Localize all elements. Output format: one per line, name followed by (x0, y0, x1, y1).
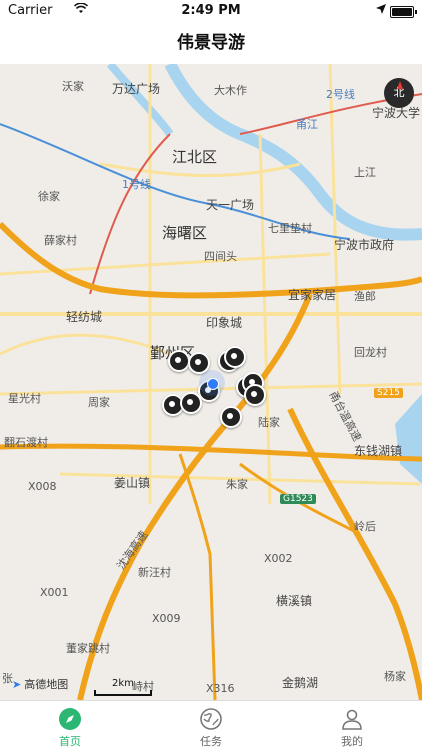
page-title: 伟景导游 (177, 33, 245, 53)
map-road-label: G1523 (280, 494, 316, 504)
map-label: X008 (28, 480, 57, 493)
map-label: 朱家 (226, 478, 248, 491)
map-label: 轻纺城 (66, 310, 103, 324)
map-label: X001 (40, 586, 69, 599)
map-label: 薛家村 (44, 234, 77, 247)
tab-tasks[interactable]: 任务 (141, 701, 281, 751)
battery-icon (390, 6, 417, 18)
amap-logo: ➤ 高德地图 (12, 676, 68, 692)
map-label: 江北区 (172, 148, 218, 166)
compass-button[interactable]: 北 (384, 78, 414, 108)
map-label: 东钱湖镇 (354, 444, 403, 458)
map-view[interactable]: 沃家 万达广场 大木作 2号线 宁波大学 甬江 江北区 上江 1号线 徐家 天一… (0, 64, 422, 700)
map-label: 七里垫村 (268, 222, 312, 235)
scale-label: 2km (112, 678, 134, 689)
map-label: 金鹅湖 (282, 676, 319, 690)
map-label: X002 (264, 552, 293, 565)
map-label: 新汪村 (138, 566, 171, 579)
map-scale-bar: 2km (94, 678, 152, 696)
tab-profile[interactable]: 我的 (282, 701, 422, 751)
map-label: 2号线 (326, 88, 355, 101)
map-label: 星光村 (8, 392, 41, 405)
map-label: 宜家家居 (288, 288, 337, 302)
tab-bar: 首页 任务 我的 (0, 700, 422, 751)
map-label: 杨家 (384, 670, 406, 683)
map-label: 宁波市政府 (334, 238, 395, 252)
poi-marker[interactable] (168, 350, 190, 372)
poi-marker[interactable] (244, 384, 266, 406)
globe-icon (200, 708, 222, 730)
user-icon (342, 709, 362, 730)
map-label: 沃家 (62, 80, 84, 93)
map-label: 陆家 (258, 416, 280, 429)
poi-marker[interactable] (224, 346, 246, 368)
map-road-label: S215 (374, 388, 403, 398)
map-label: 姜山镇 (114, 476, 151, 490)
amap-logo-text: 高德地图 (24, 678, 69, 691)
map-label: X316 (206, 682, 235, 695)
map-label: 四间头 (204, 250, 237, 263)
map-label: 翻石渡村 (4, 436, 48, 449)
map-label: 徐家 (38, 190, 60, 203)
status-bar: Carrier 2:49 PM (0, 0, 422, 22)
poi-marker[interactable] (220, 406, 242, 428)
map-label: 回龙村 (354, 346, 387, 359)
map-label: 董家跳村 (66, 642, 110, 655)
tab-tasks-label: 任务 (200, 735, 222, 748)
location-arrow-icon (376, 3, 386, 18)
tab-profile-label: 我的 (341, 735, 363, 748)
map-label: 万达广场 (112, 82, 161, 96)
map-label: 印象城 (206, 316, 243, 330)
status-time: 2:49 PM (181, 3, 241, 18)
tab-home-label: 首页 (59, 735, 81, 748)
compass-icon (59, 708, 81, 730)
tab-home[interactable]: 首页 (0, 701, 140, 751)
map-label: 大木作 (214, 84, 247, 97)
current-location-marker (199, 370, 225, 396)
poi-marker[interactable] (180, 392, 202, 414)
map-label: 渔郎 (354, 290, 376, 303)
map-label: 天一广场 (206, 198, 255, 212)
map-label: X009 (152, 612, 181, 625)
map-label: 横溪镇 (276, 594, 313, 608)
map-label: 岭后 (354, 520, 376, 533)
map-label: 海曙区 (162, 224, 208, 242)
map-label: 周家 (88, 396, 110, 409)
map-label: 1号线 (122, 178, 151, 191)
map-label: 甬江 (296, 118, 318, 131)
map-label: 上江 (354, 166, 376, 179)
compass-needle-icon (397, 81, 403, 89)
amap-logo-icon: ➤ (12, 678, 22, 691)
